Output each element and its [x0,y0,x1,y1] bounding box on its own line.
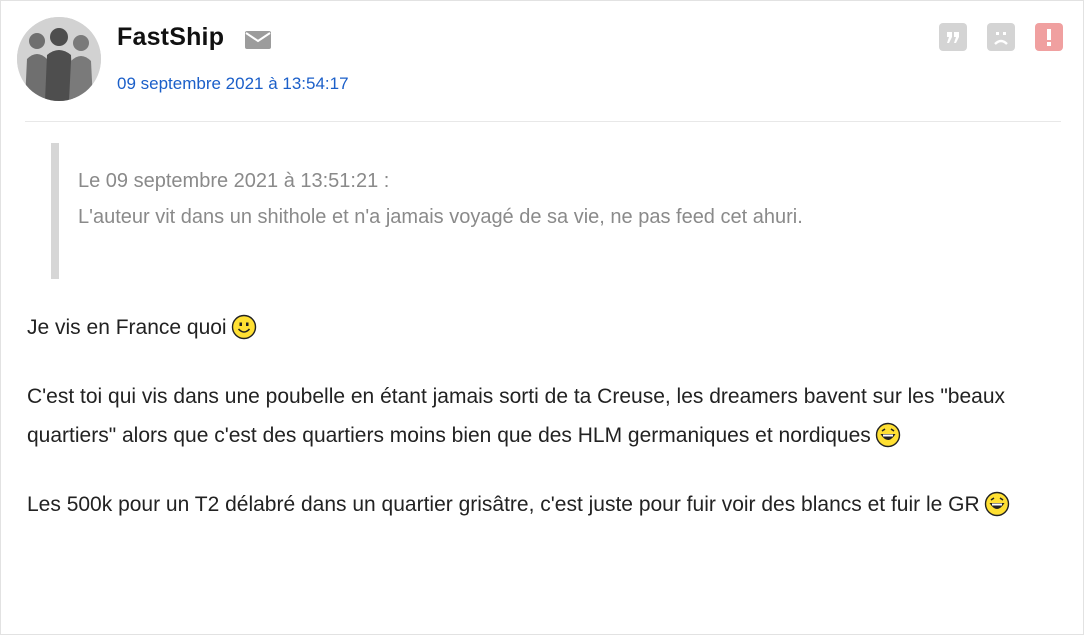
laughing-icon [875,422,901,461]
author-name[interactable]: FastShip [117,23,224,52]
paragraph-text: Je vis en France quoi [27,316,227,339]
quote-header: Le 09 septembre 2021 à 13:51:21 : [78,170,390,192]
forum-post: FastShip 09 septembre 2021 à 13:54:17 Le… [0,0,1084,635]
smile-icon [231,314,257,353]
quote-text: L'auteur vit dans un shithole et n'a jam… [78,206,803,228]
post-content: Je vis en France quoi C'est toi qui vis … [27,308,1057,554]
paragraph-text: C'est toi qui vis dans une poubelle en é… [27,385,1005,447]
paragraph: Je vis en France quoi [27,308,1057,353]
paragraph-text: Les 500k pour un T2 délabré dans un quar… [27,493,980,516]
envelope-icon[interactable] [245,31,271,54]
paragraph: Les 500k pour un T2 délabré dans un quar… [27,485,1057,530]
blockquote: Le 09 septembre 2021 à 13:51:21 : L'aute… [51,143,1061,279]
quote-icon[interactable] [939,23,967,51]
laughing-icon [984,491,1010,530]
avatar[interactable] [17,17,101,101]
paragraph: C'est toi qui vis dans une poubelle en é… [27,377,1057,461]
exclamation-icon[interactable] [1035,23,1063,51]
sad-face-icon[interactable] [987,23,1015,51]
header-separator [25,121,1061,122]
post-date-link[interactable]: 09 septembre 2021 à 13:54:17 [117,74,349,94]
avatar-silhouettes [17,17,101,101]
